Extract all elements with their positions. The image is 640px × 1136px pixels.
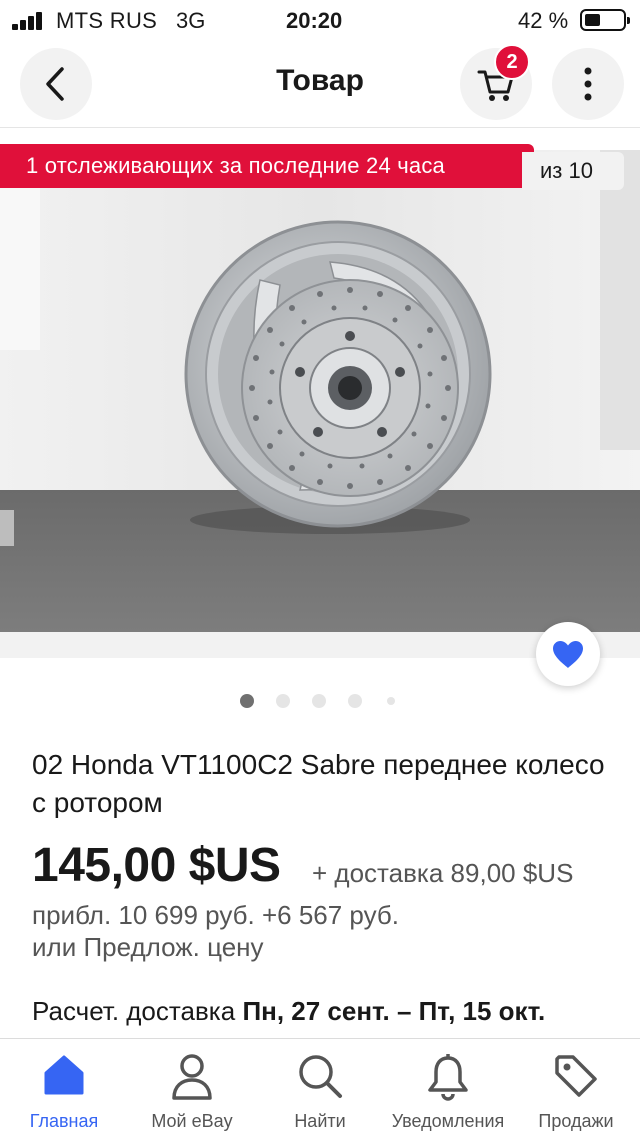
top-app-bar: Товар 2	[0, 40, 640, 128]
cart-count-badge: 2	[494, 44, 530, 80]
user-icon	[172, 1054, 212, 1100]
delivery-label: Расчет. доставка	[32, 996, 236, 1026]
carrier-name: MTS RUS	[56, 8, 158, 33]
pagination-dot-2[interactable]	[276, 694, 290, 708]
heart-icon	[553, 641, 583, 668]
gallery-pagination	[0, 694, 640, 710]
search-icon	[299, 1055, 342, 1098]
delivery-dates: Пн, 27 сент. – Пт, 15 окт.	[242, 996, 546, 1026]
pagination-dot-1[interactable]	[240, 694, 254, 708]
product-photo	[0, 150, 640, 632]
signal-strength-icon	[12, 12, 48, 30]
more-options-button[interactable]	[552, 48, 624, 120]
bell-icon	[428, 1054, 468, 1101]
approx-price-rub: прибл. 10 699 руб. +6 567 руб.	[32, 900, 399, 930]
more-vertical-icon	[584, 67, 592, 101]
watchers-banner: 1 отслеживающих за последние 24 часа	[0, 144, 534, 188]
tab-home-label: Главная	[29, 1111, 99, 1131]
network-type: 3G	[176, 8, 206, 33]
make-offer-text: или Предлож. цену	[32, 932, 264, 962]
pagination-dot-5[interactable]	[387, 697, 395, 705]
tab-notifications[interactable]: Уведомления	[384, 1039, 512, 1136]
product-image-gallery[interactable]	[0, 150, 640, 632]
battery-percent: 42 %	[518, 8, 569, 33]
product-title: 02 Honda VT1100C2 Sabre переднее колесо …	[32, 749, 605, 818]
shipping-cost: + доставка 89,00 $US	[312, 858, 574, 888]
page-title: Товар	[276, 64, 364, 97]
tab-search[interactable]: Найти	[256, 1039, 384, 1136]
pagination-dot-3[interactable]	[312, 694, 326, 708]
home-icon	[44, 1055, 84, 1095]
tab-home[interactable]: Главная	[0, 1039, 128, 1136]
tab-selling[interactable]: Продажи	[512, 1039, 640, 1136]
status-time: 20:20	[286, 8, 343, 33]
estimated-delivery: Расчет. доставка Пн, 27 сент. – Пт, 15 о…	[32, 996, 545, 1027]
tag-icon	[555, 1055, 597, 1097]
bottom-tab-bar: Главная Мой eBay Найти Уведомления Прода…	[0, 1038, 640, 1136]
favorite-button[interactable]	[536, 622, 600, 686]
tab-my-ebay[interactable]: Мой eBay	[128, 1039, 256, 1136]
tab-selling-label: Продажи	[538, 1111, 614, 1131]
battery-fill	[585, 14, 600, 26]
tab-notifications-label: Уведомления	[391, 1111, 505, 1131]
product-price: 145,00 $US	[32, 839, 281, 892]
pagination-dot-4[interactable]	[348, 694, 362, 708]
status-bar: MTS RUS 3G 20:20 42 %	[0, 0, 640, 40]
tab-my-ebay-label: Мой eBay	[151, 1111, 233, 1131]
battery-icon	[580, 9, 630, 31]
tab-search-label: Найти	[294, 1111, 346, 1131]
image-counter: из 10	[522, 152, 624, 190]
